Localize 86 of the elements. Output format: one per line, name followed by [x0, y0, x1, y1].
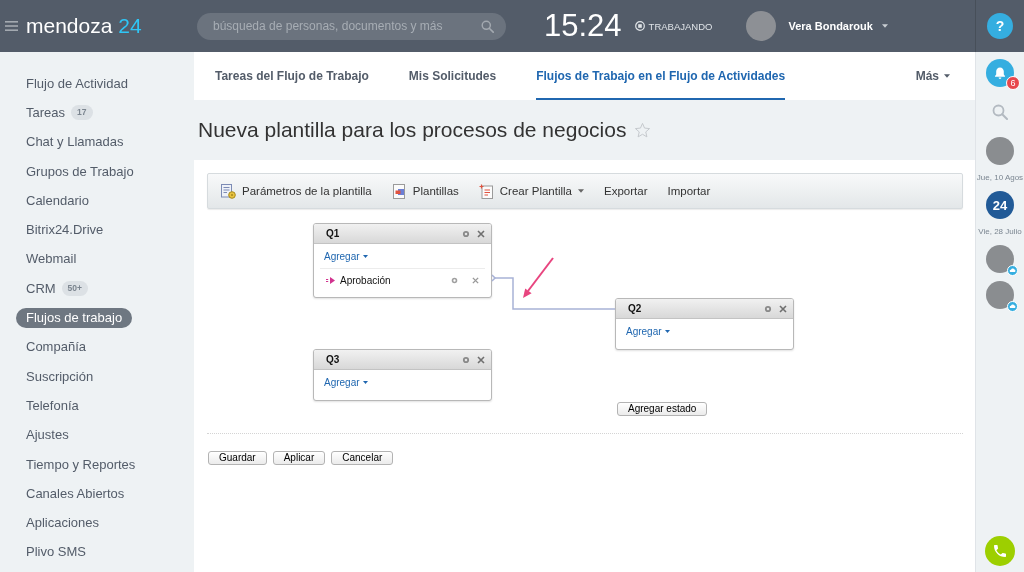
documents-icon [391, 183, 407, 199]
arrow-marker-icon [326, 276, 335, 284]
close-icon[interactable] [472, 276, 479, 284]
contact-avatar[interactable] [986, 137, 1014, 165]
tab[interactable]: Flujos de Trabajo en el Flujo de Actividades [536, 52, 786, 100]
sidebar-item[interactable]: Calendario [16, 190, 99, 211]
activity-row[interactable]: Aprobación [320, 268, 485, 291]
sidebar-item[interactable]: Chat y Llamadas [16, 132, 134, 153]
caret-icon [664, 329, 670, 333]
toolbar-button[interactable]: Plantillas [391, 183, 459, 199]
bell-icon [993, 66, 1007, 80]
annotation-arrow [523, 257, 554, 298]
state-node[interactable]: Q2 Agregar [615, 298, 794, 350]
user-menu[interactable]: Vera Bondarouk [788, 20, 888, 32]
tab[interactable]: Mis Solicitudes [408, 52, 497, 100]
sidebar-item[interactable]: Telefonía [16, 395, 89, 416]
caret-icon [362, 254, 368, 258]
contact-avatar[interactable] [986, 281, 1014, 309]
activity-label: Aprobación [340, 274, 392, 286]
caret-icon [362, 380, 368, 384]
toolbar-button[interactable]: Exportar [604, 185, 648, 197]
toolbar-button[interactable]: Importar [667, 185, 711, 197]
status-dot-icon [1007, 301, 1018, 312]
search-icon[interactable] [481, 19, 494, 33]
sidebar-item[interactable]: Canales Abiertos [16, 483, 135, 504]
sidebar-item[interactable]: Flujo de Actividad [16, 73, 138, 94]
logo[interactable]: mendoza 24 [26, 14, 142, 38]
caret-icon [944, 74, 950, 78]
action-button[interactable]: Guardar [208, 451, 267, 465]
caret-icon [578, 189, 585, 193]
status-dot-icon [1007, 265, 1018, 276]
work-status-button[interactable]: TRABAJANDO [634, 20, 713, 32]
sidebar-item[interactable]: Plivo SMS [16, 542, 96, 563]
settings-icon[interactable] [763, 303, 773, 314]
close-icon[interactable] [779, 304, 787, 313]
state-node[interactable]: Q1 Agregar Aprobación [313, 223, 492, 298]
toolbar-button[interactable]: Parámetros de la plantilla [221, 183, 372, 199]
date-label: Jue, 10 Agos [976, 173, 1024, 183]
add-activity-link[interactable]: Agregar [324, 376, 368, 388]
sidebar-item[interactable]: Tiempo y Reportes [16, 454, 146, 475]
star-icon[interactable] [634, 121, 652, 139]
more-menu[interactable]: Más [915, 52, 950, 100]
sidebar-item[interactable]: Aplicaciones [16, 513, 109, 534]
toolbar-button[interactable]: Crear Plantilla [478, 183, 585, 199]
sidebar-item[interactable]: Suscripción [16, 366, 104, 387]
sidebar-item[interactable]: Flujos de trabajo [16, 308, 133, 328]
clock-text: 15:24 [544, 8, 622, 44]
state-title: Q3 [326, 354, 341, 365]
phone-icon [992, 543, 1008, 559]
settings-icon[interactable] [461, 228, 471, 239]
add-activity-link[interactable]: Agregar [324, 250, 368, 262]
sidebar-item[interactable]: Bitrix24.Drive [16, 220, 114, 241]
notification-count: 6 [1006, 76, 1020, 90]
menu-icon[interactable] [5, 21, 18, 31]
notifications-button[interactable] [986, 59, 1014, 87]
tab[interactable]: Tareas del Flujo de Trabajo [215, 52, 369, 100]
contact-avatar[interactable] [986, 245, 1014, 273]
state-title: Q2 [628, 303, 643, 314]
page-title: Nueva plantilla para los procesos de negocios [198, 118, 627, 142]
sidebar-item[interactable]: CRM 50+ [16, 278, 99, 299]
sidebar-item[interactable]: Tareas 17 [16, 102, 103, 123]
document-gear-icon [221, 183, 236, 199]
state-node[interactable]: Q3 Agregar [313, 349, 492, 401]
item-count: 50+ [61, 281, 89, 297]
action-button[interactable]: Cancelar [331, 451, 394, 465]
sidebar-item[interactable]: Compañía [16, 337, 96, 358]
user-avatar[interactable] [746, 11, 777, 41]
chat-avatar[interactable]: 24 [986, 191, 1014, 219]
caret-icon [881, 24, 888, 28]
phone-button[interactable] [985, 536, 1015, 566]
close-icon[interactable] [477, 355, 485, 364]
sidebar-item[interactable]: Grupos de Trabajo [16, 161, 144, 182]
sidebar-item[interactable]: Ajustes [16, 425, 79, 446]
close-icon[interactable] [477, 229, 485, 238]
settings-icon[interactable] [461, 354, 471, 365]
settings-icon[interactable] [450, 275, 459, 285]
item-count: 17 [71, 105, 93, 121]
new-document-icon [478, 183, 494, 199]
sidebar-item[interactable]: Webmail [16, 249, 87, 270]
state-title: Q1 [326, 228, 341, 239]
record-icon [634, 21, 645, 31]
add-state-button[interactable]: Agregar estado [617, 402, 708, 416]
add-activity-link[interactable]: Agregar [626, 325, 670, 337]
date-label: Vie, 28 Julio [978, 227, 1022, 237]
search-icon[interactable] [992, 104, 1008, 120]
action-button[interactable]: Aplicar [272, 451, 326, 465]
